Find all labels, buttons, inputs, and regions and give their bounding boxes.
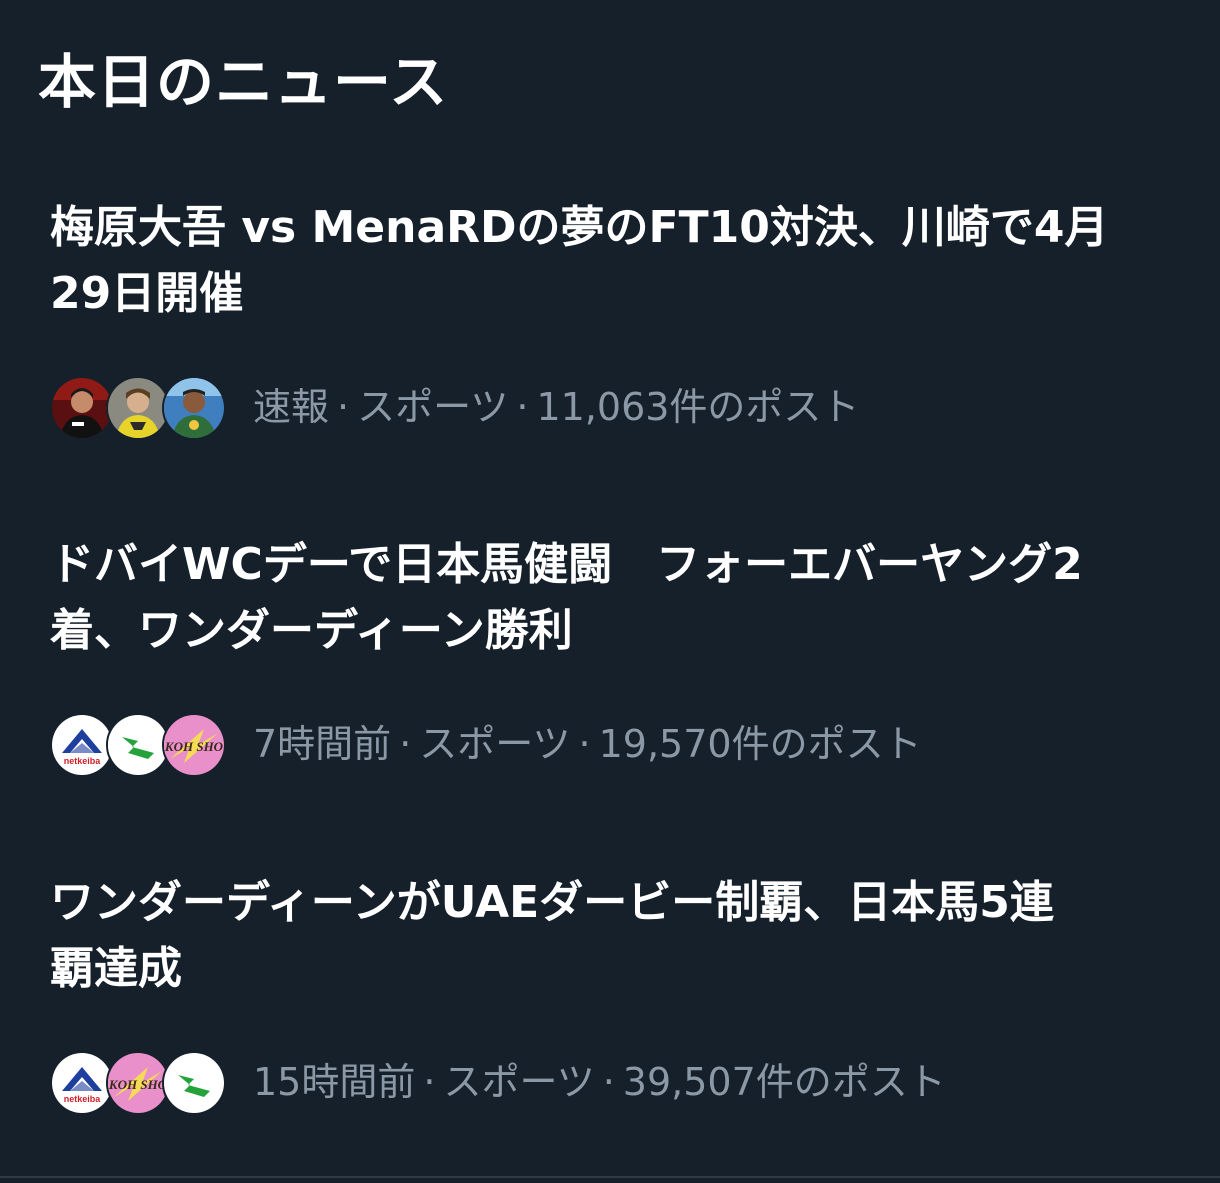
person-avatar-icon [50, 376, 114, 440]
avatar-stack: netkeiba KOH SHO [50, 1051, 230, 1115]
meta-separator: · [337, 385, 350, 429]
netkeiba-wordmark: netkeiba [64, 756, 102, 766]
koh-sho-logo-icon: KOH SHO [106, 1051, 170, 1115]
headline-line: 覇達成 [50, 943, 182, 994]
headline-line: ドバイWCデーで日本馬健闘 フォーエバーヤング2 [50, 539, 1083, 590]
meta-separator: · [423, 1060, 436, 1104]
person-avatar-icon [106, 376, 170, 440]
news-time: 速報 [253, 385, 330, 429]
news-meta: 速報 · スポーツ · 11,063件のポスト [50, 376, 1190, 440]
section-title: 本日のニュース [38, 48, 449, 116]
netkeiba-wordmark: netkeiba [64, 1094, 102, 1104]
news-time: 15時間前 [253, 1060, 416, 1104]
news-post-count: 39,507件のポスト [622, 1060, 946, 1104]
news-meta: netkeiba KOH SHO 15時間前 · スポーツ · 39,507件のポスト [50, 1051, 1190, 1115]
meta-separator: · [578, 722, 591, 766]
headline-line: ワンダーディーンがUAEダービー制覇、日本馬5連 [50, 877, 1054, 928]
green-horse-logo-icon [106, 713, 170, 777]
news-category: スポーツ [443, 1060, 595, 1104]
headline-line: 29日開催 [50, 268, 244, 319]
meta-separator: · [602, 1060, 615, 1104]
news-item-1[interactable]: 梅原大吾 vs MenaRDの夢のFT10対決、川崎で4月 29日開催 速報 ·… [0, 195, 1220, 445]
news-category: スポーツ [357, 385, 509, 429]
koh-sho-logo-icon: KOH SHO [162, 713, 226, 777]
news-meta-text: 7時間前 · スポーツ · 19,570件のポスト [253, 721, 922, 767]
headline-line: 着、ワンダーディーン勝利 [50, 605, 573, 656]
bottom-divider [0, 1176, 1220, 1178]
meta-separator: · [399, 722, 412, 766]
news-meta: netkeiba KOH SHO 7時間前 · スポーツ · 19,570件のポスト [50, 713, 1190, 777]
koh-sho-wordmark: KOH SHO [108, 1077, 168, 1092]
avatar-stack [50, 376, 230, 440]
news-post-count: 11,063件のポスト [536, 385, 860, 429]
green-horse-logo-icon [162, 1051, 226, 1115]
meta-separator: · [516, 385, 529, 429]
netkeiba-logo-icon: netkeiba [50, 1051, 114, 1115]
news-meta-text: 15時間前 · スポーツ · 39,507件のポスト [253, 1059, 946, 1105]
news-meta-text: 速報 · スポーツ · 11,063件のポスト [253, 384, 859, 430]
news-headline: ワンダーディーンがUAEダービー制覇、日本馬5連 覇達成 [50, 870, 1190, 1002]
news-post-count: 19,570件のポスト [598, 722, 922, 766]
netkeiba-logo-icon: netkeiba [50, 713, 114, 777]
avatar-stack: netkeiba KOH SHO [50, 713, 230, 777]
koh-sho-wordmark: KOH SHO [164, 739, 224, 754]
person-avatar-icon [162, 376, 226, 440]
news-category: スポーツ [419, 722, 571, 766]
news-item-3[interactable]: ワンダーディーンがUAEダービー制覇、日本馬5連 覇達成 netkeiba KO… [0, 870, 1220, 1120]
headline-line: 梅原大吾 vs MenaRDの夢のFT10対決、川崎で4月 [50, 202, 1109, 253]
news-time: 7時間前 [253, 722, 392, 766]
news-headline: ドバイWCデーで日本馬健闘 フォーエバーヤング2 着、ワンダーディーン勝利 [50, 532, 1190, 664]
news-item-2[interactable]: ドバイWCデーで日本馬健闘 フォーエバーヤング2 着、ワンダーディーン勝利 ne… [0, 532, 1220, 782]
news-headline: 梅原大吾 vs MenaRDの夢のFT10対決、川崎で4月 29日開催 [50, 195, 1190, 327]
